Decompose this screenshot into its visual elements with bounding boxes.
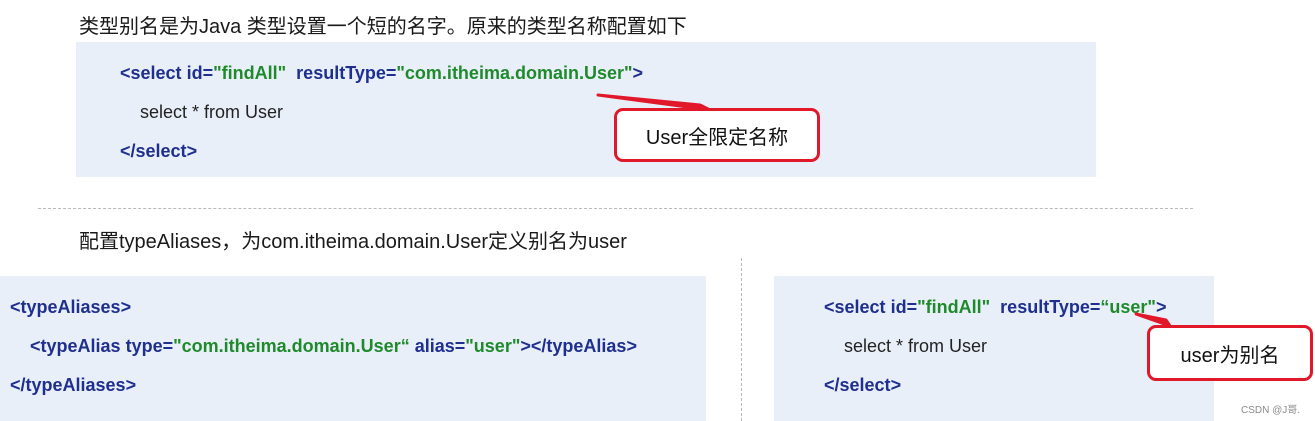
code-token: alias= — [414, 336, 466, 356]
code-token: < — [824, 297, 835, 317]
code-token: > — [632, 63, 644, 83]
code-line-select-body: select * from User — [140, 102, 284, 122]
vertical-divider — [741, 258, 742, 421]
code-block-original: <select id="findAll" resultType="com.ith… — [76, 42, 1096, 177]
code-line-typealiases-close: </typeAliases> — [10, 376, 136, 394]
code-token: > — [125, 375, 137, 395]
callout-alias: user为别名 — [1147, 325, 1313, 381]
code-token: </ — [120, 141, 136, 161]
code-token: > — [626, 336, 637, 356]
code-token: typeAlias — [40, 336, 121, 356]
code-token: ></ — [520, 336, 547, 356]
code-line-select-body-alias: select * from User — [844, 336, 988, 356]
code-token: > — [186, 141, 198, 161]
code-token: resultType= — [296, 63, 397, 83]
code-token: < — [10, 297, 21, 317]
code-token: "com.itheima.domain.User“ — [173, 336, 410, 356]
watermark: CSDN @J哥. — [1241, 405, 1301, 416]
code-token: </ — [10, 375, 26, 395]
code-token: "com.itheima.domain.User" — [396, 63, 633, 83]
code-token: < — [120, 63, 131, 83]
code-line-select-open-alias: <select id="findAll" resultType=“user"> — [824, 298, 1166, 316]
code-token: typeAliases — [25, 375, 126, 395]
code-token: "findAll" — [213, 63, 287, 83]
code-token: "user" — [465, 336, 521, 356]
intro-text: 类型别名是为Java 类型设置一个短的名字。原来的类型名称配置如下 — [79, 16, 687, 38]
code-token: > — [120, 297, 132, 317]
code-line-select-close: </select> — [120, 142, 197, 160]
callout-full-name: User全限定名称 — [614, 108, 820, 162]
code-token: typeAliases — [20, 297, 121, 317]
code-line-typealiases-open: <typeAliases> — [10, 298, 131, 316]
code-token: select — [834, 297, 886, 317]
code-block-typealiases: <typeAliases> <typeAlias type="com.ithei… — [0, 276, 706, 421]
code-token: id= — [186, 63, 214, 83]
code-token: typeAlias — [546, 336, 627, 356]
code-token: select — [130, 63, 182, 83]
code-token: select — [135, 141, 187, 161]
horizontal-divider — [38, 208, 1193, 209]
code-line-typealias: <typeAlias type="com.itheima.domain.User… — [30, 337, 637, 355]
code-token: resultType= — [1000, 297, 1101, 317]
code-line-select-open: <select id="findAll" resultType="com.ith… — [120, 64, 643, 82]
code-token: </ — [824, 375, 840, 395]
code-token: > — [890, 375, 902, 395]
code-line-select-close-alias: </select> — [824, 376, 901, 394]
code-token: < — [30, 336, 41, 356]
code-token: "findAll" — [917, 297, 991, 317]
code-token: id= — [890, 297, 918, 317]
code-token: select — [839, 375, 891, 395]
config-text: 配置typeAliases，为com.itheima.domain.User定义… — [79, 231, 627, 253]
code-token: type= — [125, 336, 174, 356]
